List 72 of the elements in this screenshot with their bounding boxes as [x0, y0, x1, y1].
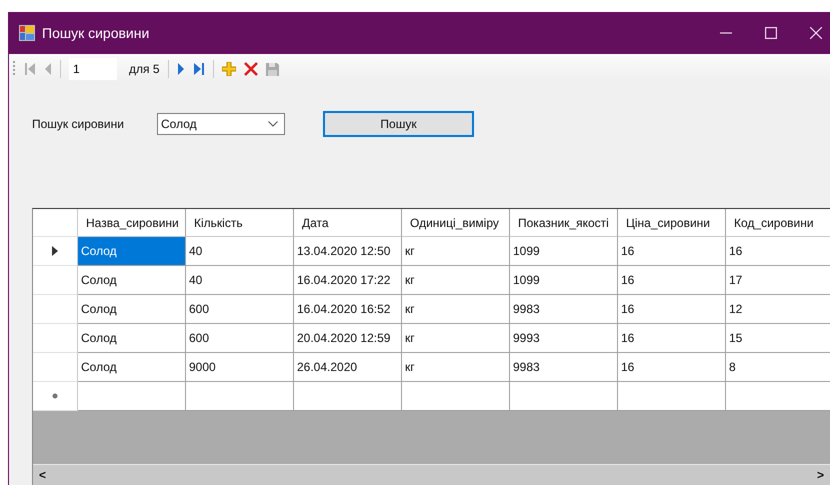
- table-cell: 9993: [510, 324, 618, 353]
- new-row-icon: [52, 393, 58, 399]
- table-cell: 16: [618, 266, 726, 295]
- table-cell[interactable]: [618, 382, 726, 411]
- table-cell: 17: [726, 266, 830, 295]
- add-icon[interactable]: [222, 62, 236, 76]
- last-record-icon[interactable]: [192, 62, 205, 76]
- table-cell: 9000: [186, 353, 294, 382]
- column-header[interactable]: Назва_сировини: [78, 209, 186, 237]
- column-header[interactable]: Кількість: [186, 209, 294, 237]
- table-cell: Солод: [78, 237, 186, 266]
- delete-icon[interactable]: [244, 62, 258, 76]
- table-cell[interactable]: [78, 382, 186, 411]
- table-cell: Солод: [78, 324, 186, 353]
- table-cell[interactable]: [294, 382, 402, 411]
- previous-record-icon[interactable]: [44, 62, 52, 76]
- column-header[interactable]: Показник_якості: [510, 209, 618, 237]
- table-cell: 15: [726, 324, 830, 353]
- grip-icon: [13, 60, 16, 78]
- table-cell: 40: [186, 266, 294, 295]
- table-cell: кг: [402, 237, 510, 266]
- table-cell: 16: [726, 237, 830, 266]
- table-cell[interactable]: [402, 382, 510, 411]
- table-cell: 40: [186, 237, 294, 266]
- chevron-down-icon: [268, 121, 278, 127]
- table-cell: 1099: [510, 237, 618, 266]
- table-cell: 600: [186, 295, 294, 324]
- table-cell[interactable]: [186, 382, 294, 411]
- save-icon[interactable]: [266, 62, 279, 76]
- table-cell: кг: [402, 295, 510, 324]
- table-cell: Солод: [78, 353, 186, 382]
- table-cell: кг: [402, 324, 510, 353]
- scroll-right-button[interactable]: >: [810, 468, 830, 482]
- search-button[interactable]: Пошук: [323, 111, 474, 137]
- table-cell: 600: [186, 324, 294, 353]
- table-cell: Солод: [78, 295, 186, 324]
- table-cell: 16: [618, 295, 726, 324]
- table-cell: Солод: [78, 266, 186, 295]
- table-cell: 9983: [510, 295, 618, 324]
- column-header[interactable]: Код_сировини: [726, 209, 830, 237]
- position-field[interactable]: 1: [69, 58, 117, 80]
- table-cell: 13.04.2020 12:50: [294, 237, 402, 266]
- first-record-icon[interactable]: [24, 62, 36, 76]
- scroll-left-button[interactable]: <: [33, 468, 52, 482]
- window-title: Пошук сировини: [42, 25, 150, 41]
- column-header[interactable]: Одиниці_виміру: [402, 209, 510, 237]
- table-cell: кг: [402, 353, 510, 382]
- close-icon[interactable]: [810, 27, 822, 39]
- column-header[interactable]: Ціна_сировини: [618, 209, 726, 237]
- table-cell: 16: [618, 324, 726, 353]
- table-cell: 9983: [510, 353, 618, 382]
- table-cell: 12: [726, 295, 830, 324]
- table-cell: 16: [618, 237, 726, 266]
- horizontal-scrollbar[interactable]: < >: [33, 464, 830, 485]
- table-cell: 16: [618, 353, 726, 382]
- table-cell: 1099: [510, 266, 618, 295]
- next-record-icon[interactable]: [176, 62, 185, 76]
- table-cell: кг: [402, 266, 510, 295]
- column-header[interactable]: Дата: [294, 209, 402, 237]
- table-cell[interactable]: [510, 382, 618, 411]
- table-cell: 16.04.2020 17:22: [294, 266, 402, 295]
- search-label: Пошук сировини: [32, 117, 125, 131]
- row-header[interactable]: [33, 237, 78, 266]
- table-cell: 16.04.2020 16:52: [294, 295, 402, 324]
- table-cell: 26.04.2020: [294, 353, 402, 382]
- maximize-icon[interactable]: [765, 27, 777, 39]
- raw-material-dropdown[interactable]: Солод: [157, 113, 285, 135]
- app-icon: [19, 25, 35, 41]
- table-cell: 20.04.2020 12:59: [294, 324, 402, 353]
- table-cell[interactable]: [726, 382, 830, 411]
- record-count: для 5: [129, 62, 160, 76]
- table-cell: 8: [726, 353, 830, 382]
